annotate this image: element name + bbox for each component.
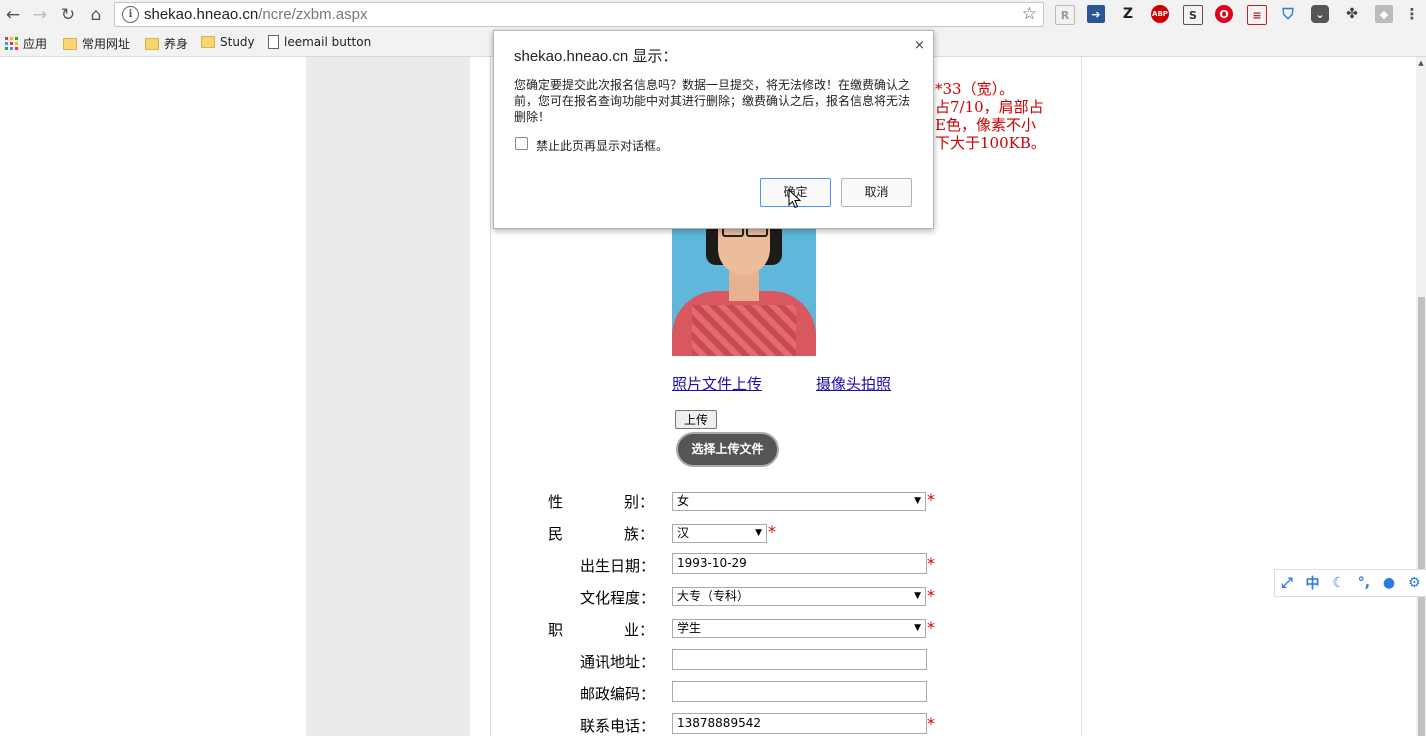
punctuation-icon[interactable]: °, (1358, 575, 1370, 591)
phone-input[interactable]: 13878889542 (672, 713, 927, 734)
puzzle-icon[interactable]: ✤ (1343, 5, 1361, 23)
user-icon[interactable]: ● (1383, 575, 1395, 591)
dropdown-arrow-icon: ▼ (914, 591, 921, 601)
dialog-title: shekao.hneao.cn 显示： (514, 48, 678, 65)
required-mark: * (927, 618, 935, 637)
postal-code-label: 邮政编码： (580, 685, 656, 703)
gender-label: 性别： (548, 493, 654, 511)
mouse-cursor-icon (788, 189, 801, 209)
required-mark: * (927, 586, 935, 605)
readability-icon[interactable]: R (1055, 5, 1075, 25)
address-label: 通讯地址： (580, 653, 656, 671)
photo-requirement-notice: 下大于100KB。 (935, 134, 1046, 152)
camera-capture-link[interactable]: 摄像头拍照 (816, 373, 891, 394)
required-mark: * (768, 522, 776, 541)
chinese-mode-icon[interactable]: 中 (1305, 573, 1319, 593)
required-mark: * (927, 714, 935, 733)
bookmark-label: Study (220, 35, 255, 49)
bookmark-label: 应用 (23, 37, 48, 51)
choose-file-button[interactable]: 选择上传文件 (676, 432, 779, 467)
site-info-icon[interactable]: i (122, 6, 139, 23)
bookmark-apps[interactable]: 应用 (5, 35, 47, 52)
notes-icon[interactable]: ≡ (1247, 5, 1267, 25)
close-icon[interactable]: × (914, 38, 925, 53)
bookmark-star-icon[interactable]: ☆ (1022, 4, 1037, 24)
bookmark-label: 养身 (164, 37, 189, 51)
pocket-icon[interactable]: ⌄ (1311, 5, 1329, 23)
address-input[interactable] (672, 649, 927, 670)
photo-file-upload-link[interactable]: 照片文件上传 (672, 373, 762, 394)
bookmark-leemail[interactable]: leemail button (268, 35, 371, 49)
education-label: 文化程度： (580, 589, 656, 607)
shield-icon[interactable]: ⛉ (1279, 5, 1297, 23)
suppress-dialogs-label: 禁止此页再显示对话框。 (536, 139, 669, 153)
menu-icon[interactable]: ⋮ (1403, 5, 1421, 23)
zotero-icon[interactable]: Z (1119, 5, 1137, 23)
moon-icon[interactable]: ☾ (1332, 575, 1345, 591)
occupation-label: 职业： (548, 621, 654, 639)
applicant-photo (672, 223, 816, 356)
occupation-select[interactable]: 学生 ▼ (672, 619, 926, 638)
gray-extension-icon[interactable]: ◆ (1375, 5, 1393, 23)
dialog-message: 您确定要提交此次报名信息吗？数据一旦提交，将无法修改！在缴费确认之前，您可在报名… (514, 78, 911, 124)
folder-icon (145, 37, 159, 50)
bookmark-study[interactable]: Study (201, 35, 255, 49)
address-bar[interactable]: i shekao.hneao.cn/ncre/zxbm.aspx ☆ (114, 2, 1044, 27)
birth-date-input[interactable]: 1993-10-29 (672, 553, 927, 574)
left-margin (306, 57, 470, 736)
opera-icon[interactable]: O (1215, 5, 1233, 23)
required-mark: * (927, 490, 935, 509)
dropdown-arrow-icon: ▼ (914, 496, 921, 506)
bookmark-common-sites[interactable]: 常用网址 (63, 35, 130, 52)
gender-select[interactable]: 女 ▼ (672, 492, 926, 511)
suppress-dialogs-checkbox[interactable] (515, 137, 528, 150)
browser-toolbar: ← → ↻ ⌂ i shekao.hneao.cn/ncre/zxbm.aspx… (0, 0, 1426, 30)
reload-icon[interactable]: ↻ (57, 4, 79, 26)
confirm-dialog: shekao.hneao.cn 显示： × 您确定要提交此次报名信息吗？数据一旦… (493, 30, 934, 229)
education-select[interactable]: 大专（专科） ▼ (672, 587, 926, 606)
apps-grid-icon (5, 37, 18, 50)
cancel-button[interactable]: 取消 (841, 178, 912, 207)
resize-icon[interactable]: ⤢ (1281, 575, 1292, 591)
dropdown-arrow-icon: ▼ (914, 623, 921, 633)
upload-button[interactable]: 上传 (675, 410, 717, 429)
page-icon (268, 35, 279, 49)
required-mark: * (927, 554, 935, 573)
postal-code-input[interactable] (672, 681, 927, 702)
ethnicity-select[interactable]: 汉 ▼ (672, 524, 767, 543)
adblock-icon[interactable]: ABP (1151, 5, 1169, 23)
phone-label: 联系电话： (580, 717, 656, 735)
scroll-up-arrow-icon[interactable]: ▲ (1416, 59, 1426, 67)
back-icon[interactable]: ← (2, 4, 24, 26)
ime-toolbar: ⤢ 中 ☾ °, ● ⚙ (1274, 569, 1426, 597)
birth-date-label: 出生日期： (580, 557, 656, 575)
scrollbar-thumb[interactable] (1418, 297, 1425, 736)
forward-icon[interactable]: → (29, 4, 51, 26)
s-icon[interactable]: S (1183, 5, 1203, 25)
bookmark-label: leemail button (284, 35, 372, 49)
bookmark-health[interactable]: 养身 (145, 35, 188, 52)
home-icon[interactable]: ⌂ (85, 4, 107, 26)
bookmark-label: 常用网址 (82, 37, 131, 51)
url-text: shekao.hneao.cn/ncre/zxbm.aspx (144, 6, 368, 23)
ethnicity-label: 民族： (548, 525, 654, 543)
folder-icon (201, 36, 215, 48)
send-icon[interactable]: ➜ (1087, 5, 1105, 23)
dropdown-arrow-icon: ▼ (755, 528, 762, 538)
settings-gear-icon[interactable]: ⚙ (1408, 575, 1421, 591)
folder-icon (63, 37, 77, 50)
